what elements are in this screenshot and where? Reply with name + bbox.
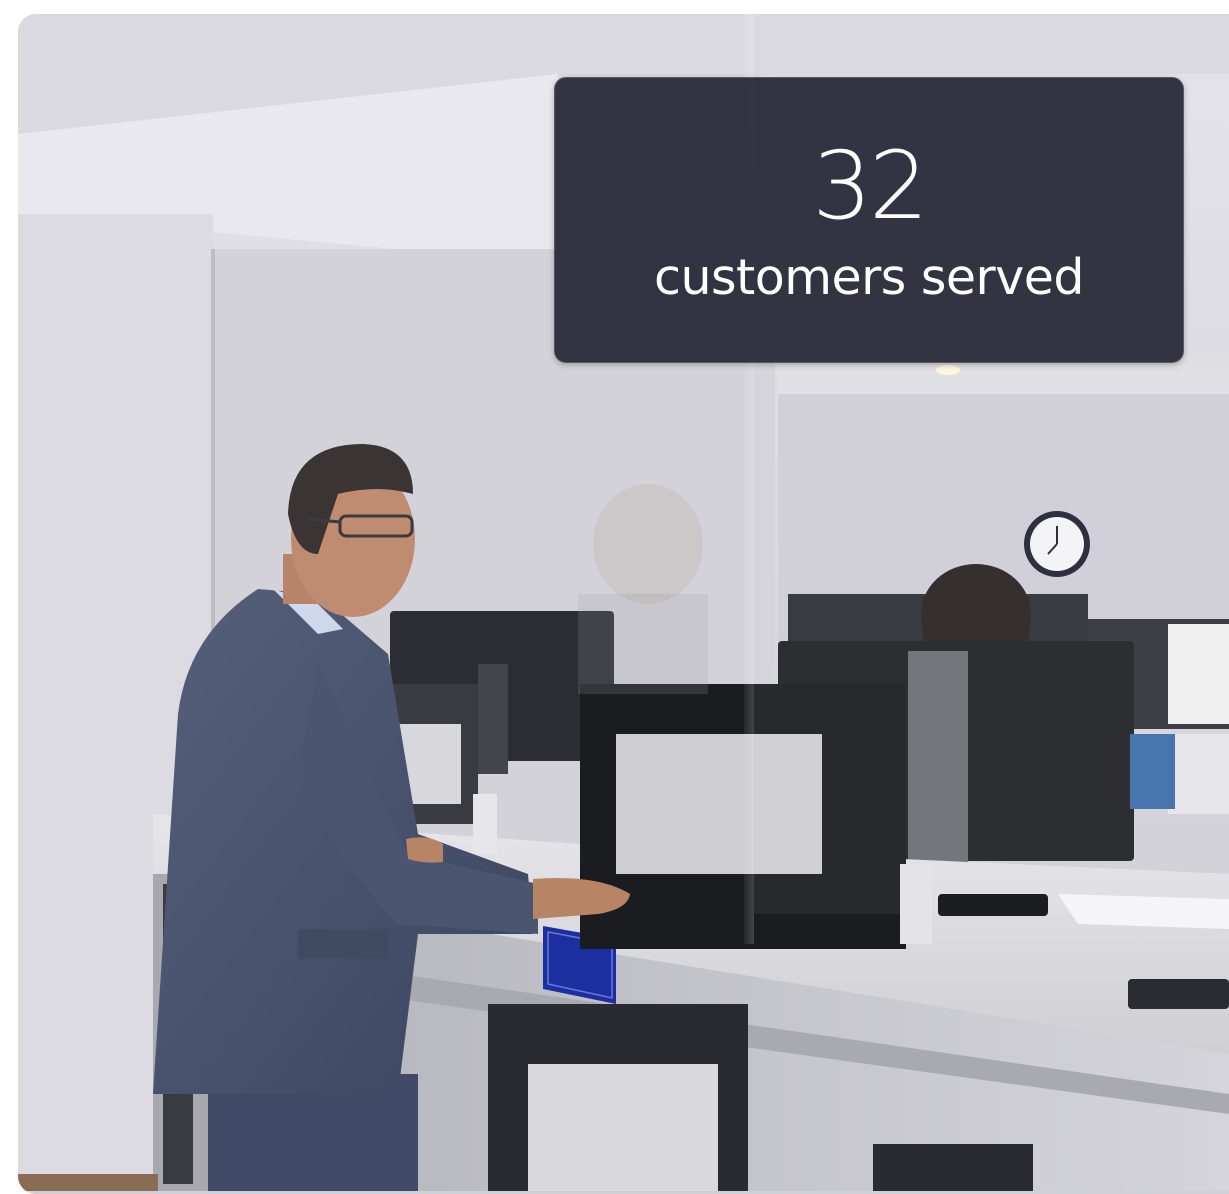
customers-served-count: 32 [812, 132, 929, 241]
photo-card: 32 customers served [18, 14, 1229, 1194]
stat-panel: 32 customers served [554, 77, 1184, 363]
customers-served-label: customers served [654, 249, 1084, 306]
